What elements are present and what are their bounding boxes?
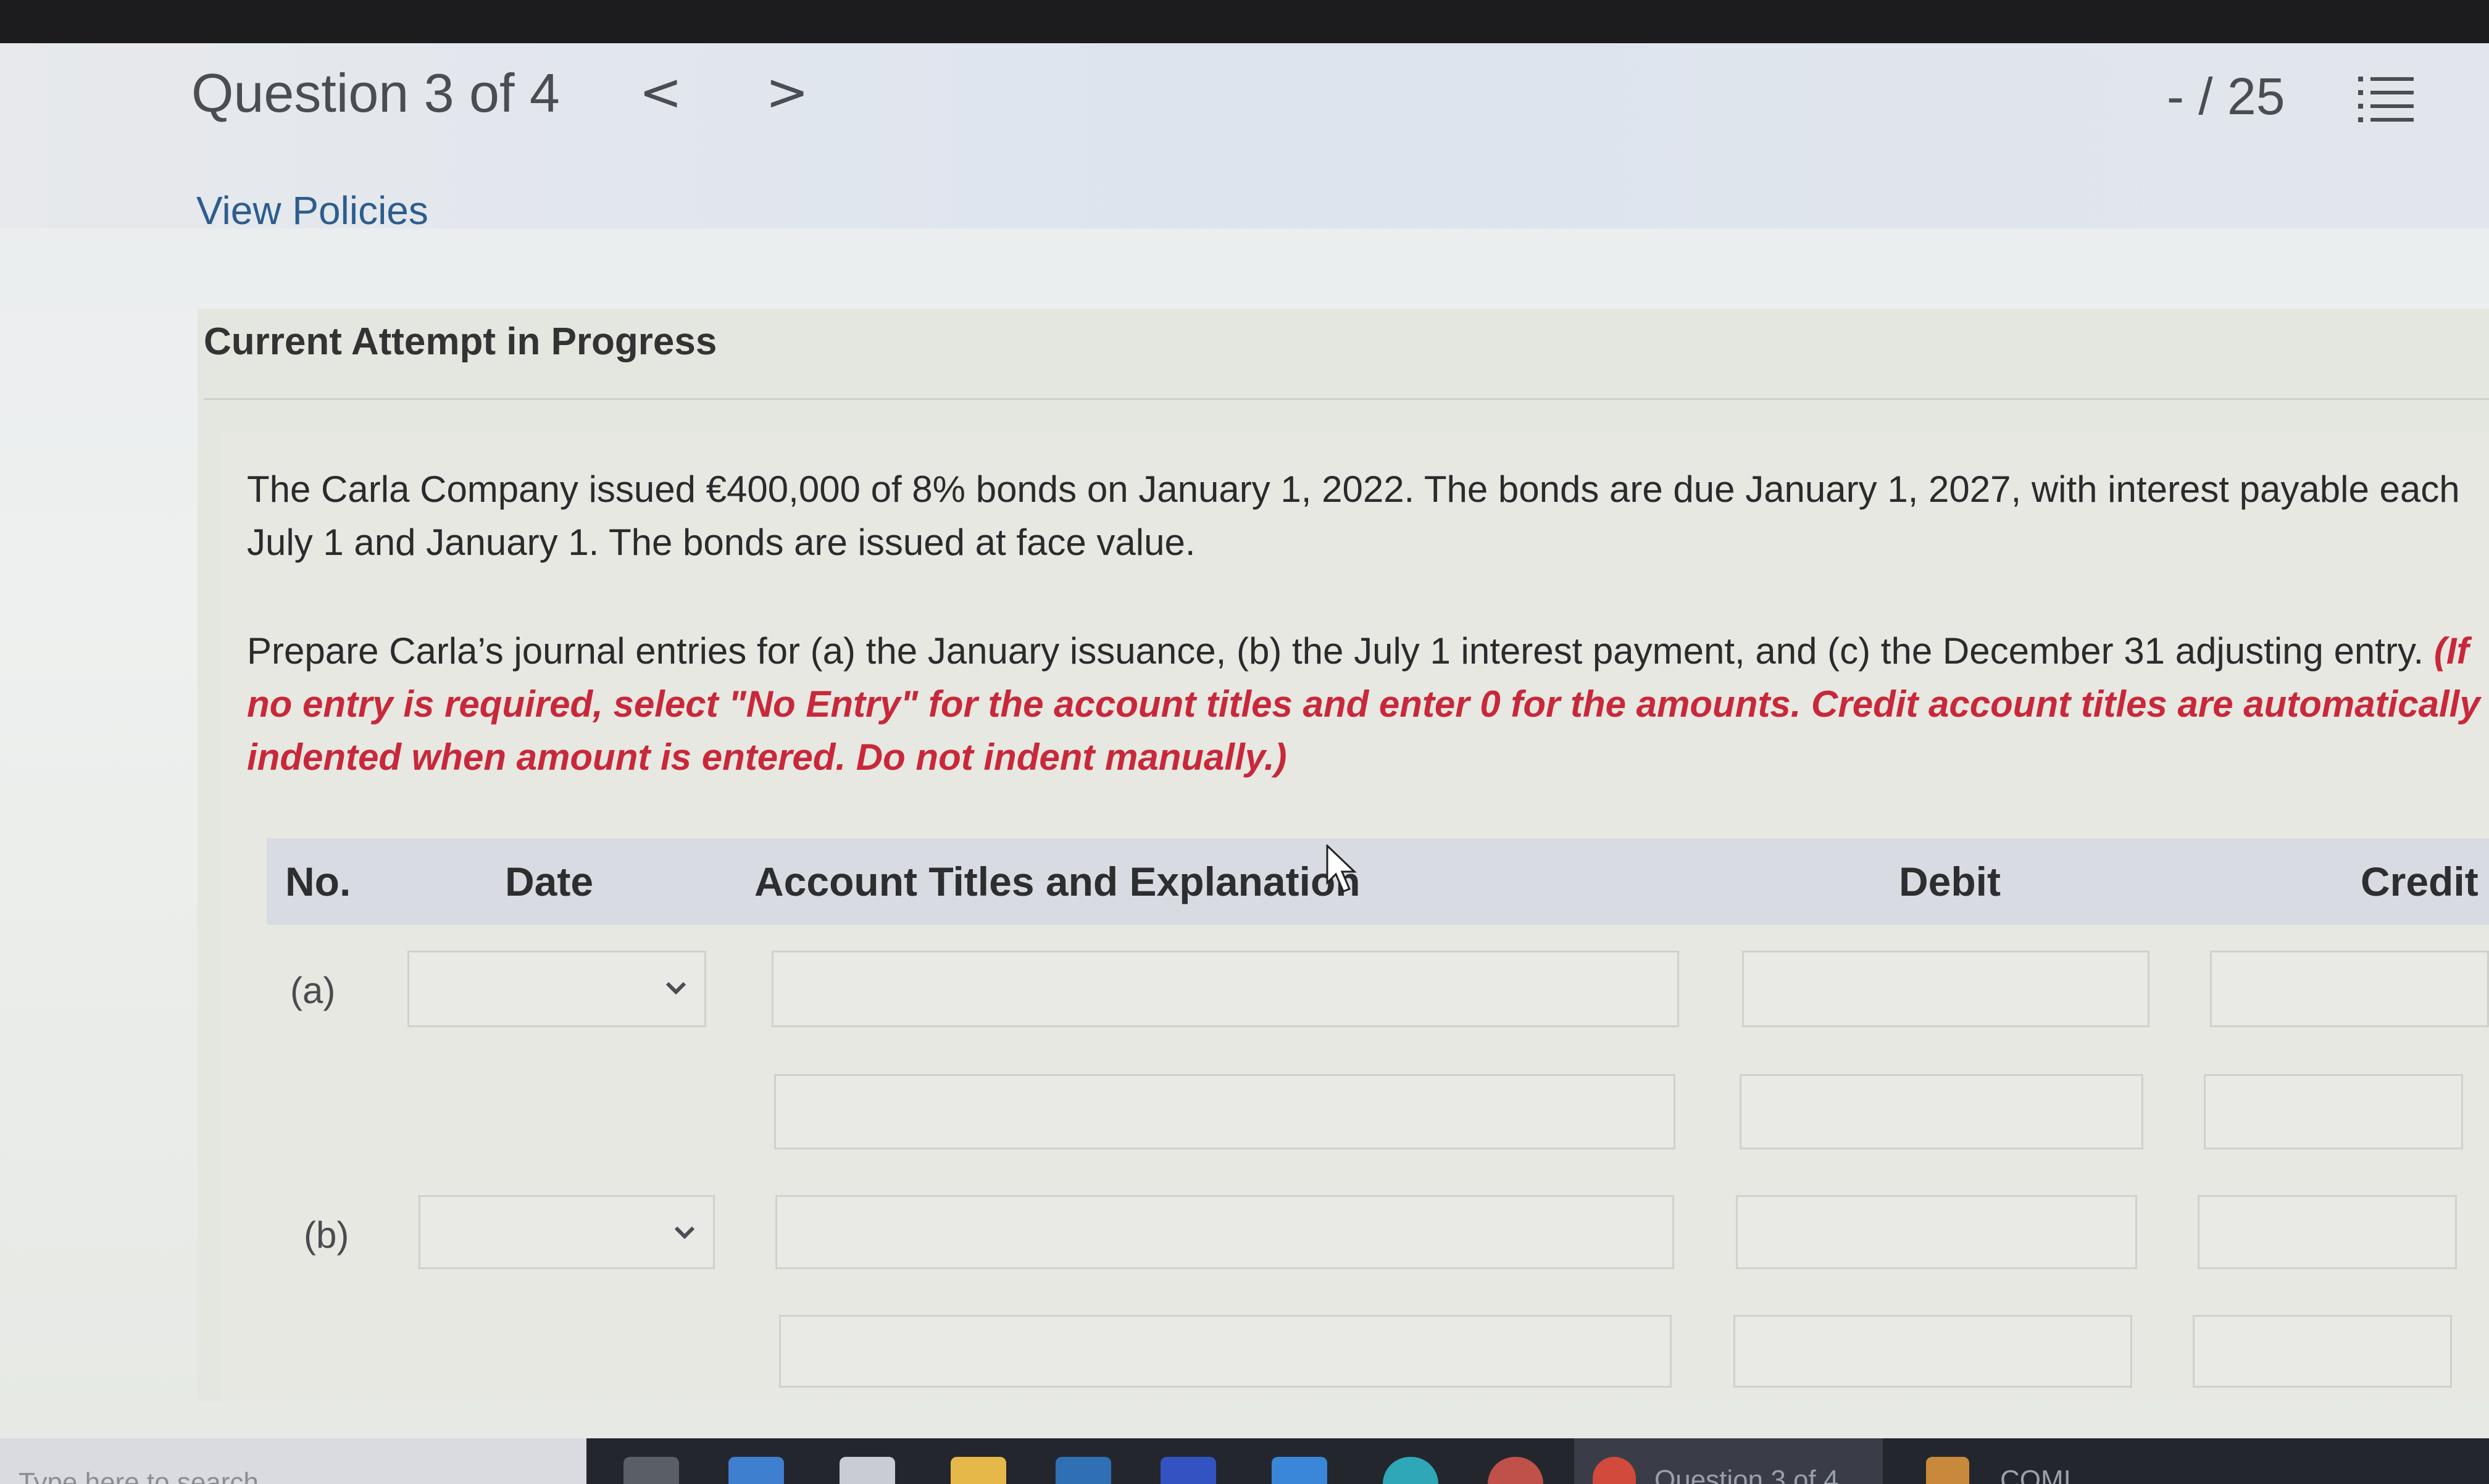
column-header-debit: Debit — [1899, 859, 2001, 904]
question-title: Question 3 of 4 — [191, 62, 560, 123]
store-icon[interactable] — [840, 1457, 895, 1484]
column-header-no: No. — [285, 859, 351, 904]
taskbar-search-input[interactable]: Type here to search — [19, 1464, 259, 1484]
account-title-input-b2[interactable] — [779, 1315, 1672, 1388]
view-policies-link[interactable]: View Policies — [196, 188, 428, 233]
debit-input-b2[interactable] — [1733, 1315, 2132, 1388]
word-app-icon[interactable] — [1161, 1457, 1216, 1484]
date-select-a[interactable] — [407, 951, 706, 1027]
column-header-date: Date — [505, 859, 594, 904]
taskbar-active-window-label: Question 3 of 4 — [1654, 1465, 1839, 1484]
question-list-icon[interactable] — [2358, 74, 2414, 123]
attempt-status-heading: Current Attempt in Progress — [204, 320, 717, 363]
credit-input-b1[interactable] — [2198, 1195, 2457, 1269]
question-intro-text: The Carla Company issued €400,000 of 8% … — [247, 469, 2460, 563]
date-select-b[interactable] — [419, 1195, 715, 1269]
debit-input-a1[interactable] — [1742, 951, 2149, 1027]
column-header-account: Account Titles and Explanation — [754, 859, 1361, 904]
question-prompt-text: Prepare Carla’s journal entries for (a) … — [247, 630, 2424, 672]
account-title-input-a2[interactable] — [774, 1074, 1675, 1149]
row-label-a: (a) — [290, 970, 336, 1011]
chevron-down-icon — [665, 982, 686, 995]
taskbar-window-label[interactable]: COMI — [2000, 1463, 2071, 1484]
next-question-button[interactable]: > — [765, 62, 809, 122]
chevron-down-icon — [674, 1226, 695, 1240]
credit-input-a1[interactable] — [2210, 951, 2489, 1027]
journal-table-header — [267, 838, 2489, 925]
mouse-pointer-icon — [1326, 844, 1357, 893]
debit-input-a2[interactable] — [1740, 1074, 2143, 1149]
row-label-b: (b) — [304, 1214, 349, 1256]
file-explorer-icon[interactable] — [951, 1457, 1006, 1484]
onedrive-icon[interactable] — [1272, 1457, 1327, 1484]
mail-icon[interactable] — [1056, 1457, 1111, 1484]
previous-question-button[interactable]: < — [639, 62, 682, 122]
column-header-credit: Credit — [2361, 859, 2479, 904]
section-divider — [204, 398, 2489, 400]
account-title-input-a1[interactable] — [772, 951, 1679, 1027]
task-view-icon[interactable] — [623, 1457, 679, 1484]
edge-browser-icon[interactable] — [728, 1457, 784, 1484]
credit-input-b2[interactable] — [2193, 1315, 2452, 1388]
question-prompt: Prepare Carla’s journal entries for (a) … — [247, 625, 2482, 784]
account-title-input-b1[interactable] — [775, 1195, 1674, 1269]
app-icon[interactable] — [1926, 1457, 1969, 1484]
credit-input-a2[interactable] — [2204, 1074, 2463, 1149]
debit-input-b1[interactable] — [1736, 1195, 2137, 1269]
score-display: - / 25 — [2167, 67, 2285, 125]
